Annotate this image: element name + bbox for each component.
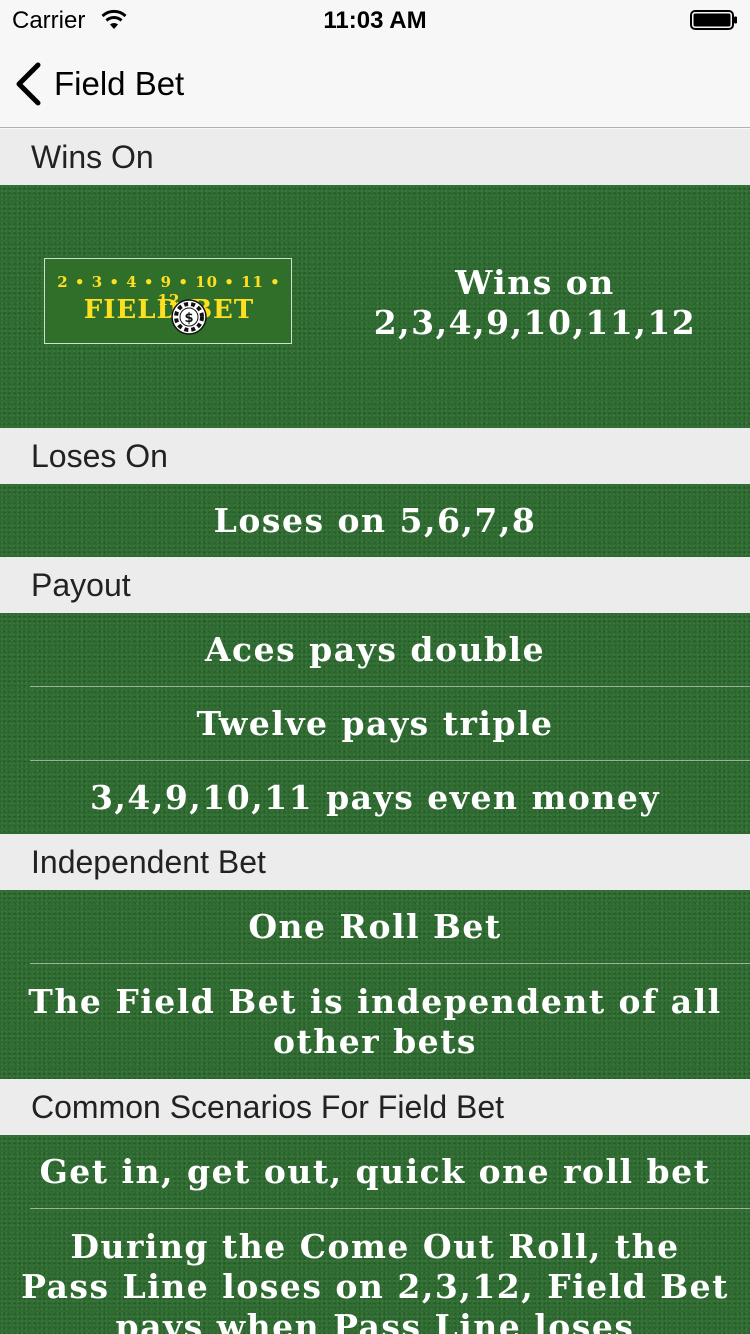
section-header-loses-on: Loses On — [0, 428, 750, 484]
independent-group: One Roll Bet The Field Bet is independen… — [0, 890, 750, 1079]
independent-row-description: The Field Bet is independent of all othe… — [0, 964, 750, 1079]
wins-on-line-2: 2,3,4,9,10,11,12 — [373, 303, 697, 342]
scenario-text: During the Come Out Roll, the Pass Line … — [21, 1227, 729, 1334]
scenario-row-come-out: During the Come Out Roll, the Pass Line … — [0, 1209, 750, 1334]
payout-text: Twelve pays triple — [196, 703, 554, 743]
navigation-bar: Field Bet — [0, 40, 750, 128]
scenarios-group: Get in, get out, quick one roll bet Duri… — [0, 1135, 750, 1334]
section-header-payout: Payout — [0, 557, 750, 613]
independent-row-one-roll: One Roll Bet — [0, 890, 750, 963]
back-button[interactable]: Field Bet — [14, 60, 184, 108]
wins-on-row: 2 • 3 • 4 • 9 • 10 • 11 • 12 FIELD BET $… — [0, 185, 750, 428]
svg-text:$: $ — [184, 311, 193, 326]
loses-on-row: Loses on 5,6,7,8 — [0, 484, 750, 557]
payout-row-twelve: Twelve pays triple — [0, 687, 750, 760]
chevron-left-icon — [16, 62, 41, 106]
scenario-row-quick: Get in, get out, quick one roll bet — [0, 1135, 750, 1208]
independent-text: The Field Bet is independent of all othe… — [28, 981, 722, 1061]
payout-text: 3,4,9,10,11 pays even money — [89, 777, 661, 817]
section-header-common-scenarios: Common Scenarios For Field Bet — [0, 1079, 750, 1135]
payout-text: Aces pays double — [204, 629, 546, 669]
section-header-independent-bet: Independent Bet — [0, 834, 750, 890]
independent-text: One Roll Bet — [248, 906, 502, 946]
payout-row-even-money: 3,4,9,10,11 pays even money — [0, 761, 750, 834]
clock-label: 11:03 AM — [323, 7, 427, 34]
status-bar: Carrier 11:03 AM — [0, 0, 750, 40]
section-header-wins-on: Wins On — [0, 129, 750, 185]
battery-icon — [690, 10, 737, 30]
scenario-text: Get in, get out, quick one roll bet — [39, 1151, 711, 1191]
table-view[interactable]: Wins On 2 • 3 • 4 • 9 • 10 • 11 • 12 FIE… — [0, 129, 750, 1334]
page-title: Field Bet — [54, 65, 185, 102]
loses-on-text: Loses on 5,6,7,8 — [213, 500, 537, 540]
field-bet-logo: 2 • 3 • 4 • 9 • 10 • 11 • 12 FIELD BET $ — [44, 258, 292, 344]
payout-group: Aces pays double Twelve pays triple 3,4,… — [0, 613, 750, 834]
payout-row-aces: Aces pays double — [0, 613, 750, 686]
wins-on-text: Wins on 2,3,4,9,10,11,12 — [350, 263, 720, 343]
logo-word: FIELD BET — [83, 295, 255, 325]
poker-chip-icon: $ — [171, 299, 207, 335]
wins-on-line-1: Wins on — [455, 263, 615, 302]
